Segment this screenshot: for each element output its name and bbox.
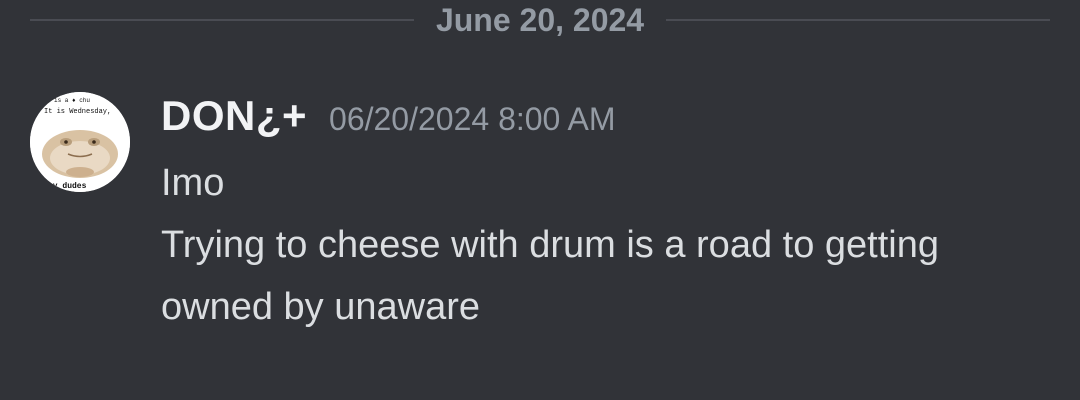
divider-line-left bbox=[30, 19, 414, 21]
avatar-caption-top: It is Wednesday, bbox=[44, 108, 111, 116]
date-divider-label: June 20, 2024 bbox=[435, 1, 645, 38]
message-line-2: Trying to cheese with drum is a road to … bbox=[161, 224, 939, 266]
divider-line-right bbox=[666, 19, 1051, 21]
message-header: DON¿+ 06/20/2024 8:00 AM bbox=[161, 92, 1061, 152]
message-line-1: Imo bbox=[161, 162, 225, 204]
date-divider: June 20, 2024 bbox=[30, 0, 1051, 40]
svg-text:is a ♦ chu: is a ♦ chu bbox=[54, 97, 90, 104]
username[interactable]: DON¿+ bbox=[161, 92, 307, 140]
user-avatar[interactable]: is a ♦ chu It is Wednesday, my dudes bbox=[30, 92, 130, 192]
chat-view: June 20, 2024 is a ♦ chu It is Wednesday… bbox=[0, 0, 1080, 400]
frog-avatar-icon: is a ♦ chu It is Wednesday, my dudes bbox=[30, 92, 130, 192]
message-content: DON¿+ 06/20/2024 8:00 AM Imo Trying to c… bbox=[161, 92, 1061, 338]
message-line-3: owned by unaware bbox=[161, 286, 480, 328]
message-timestamp[interactable]: 06/20/2024 8:00 AM bbox=[329, 101, 615, 138]
avatar-caption-bottom: my dudes bbox=[48, 182, 87, 191]
